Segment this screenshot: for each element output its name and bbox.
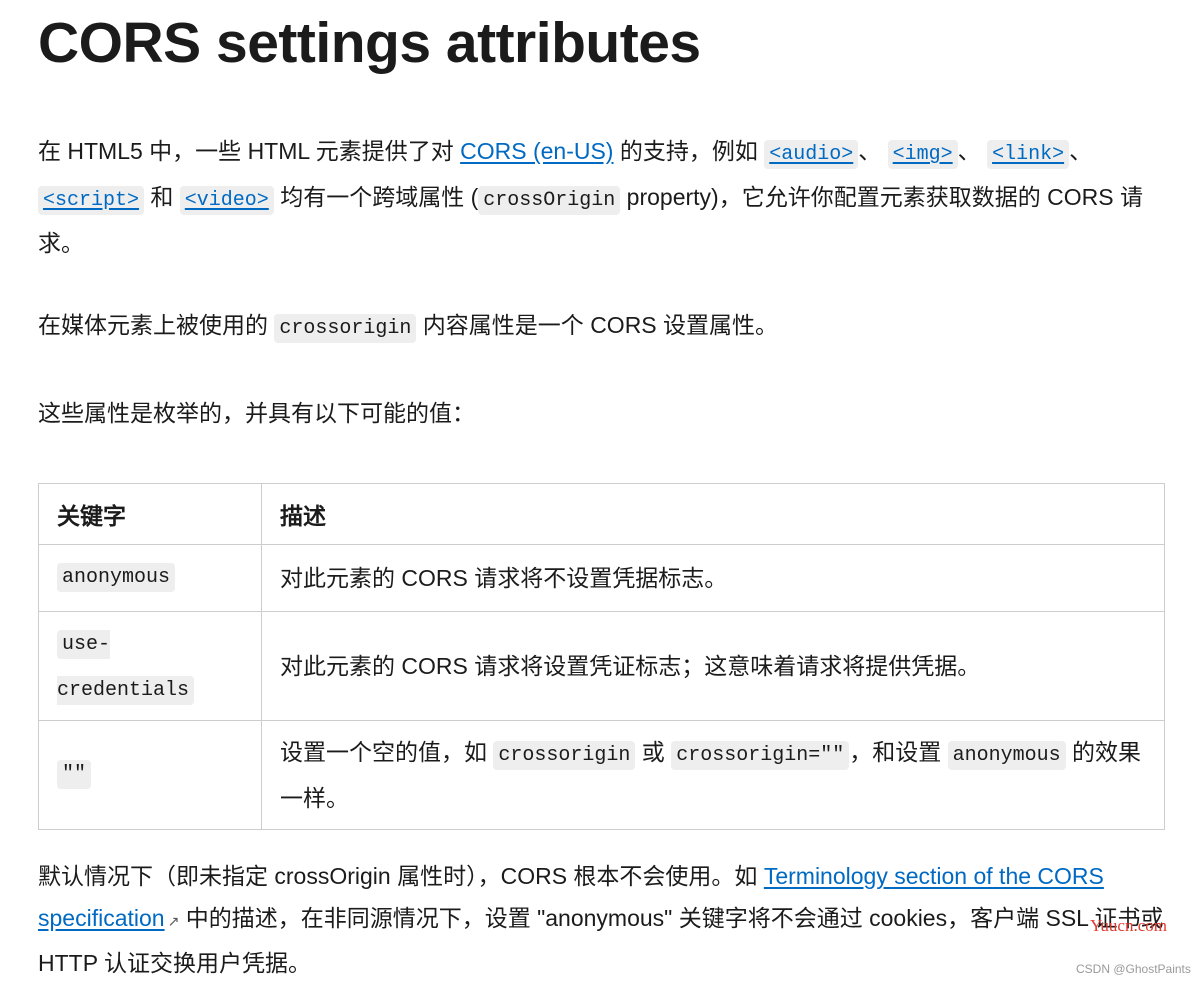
page-title: CORS settings attributes <box>38 11 701 75</box>
enum-paragraph: 这些属性是枚举的，并具有以下可能的值： <box>38 400 475 426</box>
intro-paragraph: 在 HTML5 中，一些 HTML 元素提供了对 CORS (en-US) 的支… <box>38 138 1143 256</box>
keyword-cell: use-credentials <box>38 611 262 721</box>
script-element-link[interactable]: <script> <box>38 184 145 215</box>
keyword-cell: "" <box>38 720 262 830</box>
description-cell: 设置一个空的值，如 crossorigin 或 crossorigin="" ，和… <box>261 720 1165 830</box>
code-crossorigin: crossorigin <box>274 314 417 343</box>
audio-element-link[interactable]: <audio> <box>764 138 859 169</box>
table-row: use-credentials 对此元素的 CORS 请求将设置凭证标志；这意味… <box>38 611 1165 721</box>
description-cell: 对此元素的 CORS 请求将设置凭证标志；这意味着请求将提供凭据。 <box>261 611 1165 721</box>
header-description: 描述 <box>261 483 1165 545</box>
media-paragraph: 在媒体元素上被使用的 crossorigin 内容属性是一个 CORS 设置属性… <box>38 304 778 350</box>
watermark-credit: CSDN @GhostPaints <box>1076 962 1191 976</box>
table-header-row: 关键字 描述 <box>38 483 1165 545</box>
link-element-link[interactable]: <link> <box>987 138 1070 169</box>
table-row: anonymous 对此元素的 CORS 请求将不设置凭据标志。 <box>38 544 1165 612</box>
default-paragraph: 默认情况下（即未指定 crossOrigin 属性时），CORS 根本不会使用。… <box>38 863 1164 976</box>
cors-link[interactable]: CORS (en-US) <box>460 138 613 164</box>
external-link-icon: ↗ <box>167 913 180 929</box>
img-element-link[interactable]: <img> <box>887 138 958 169</box>
watermark-site: Yuucn.com <box>1090 916 1167 935</box>
values-table: 关键字 描述 anonymous 对此元素的 CORS 请求将不设置凭据标志。 … <box>38 483 1165 830</box>
header-keyword: 关键字 <box>38 483 262 545</box>
code-crossorigin-property: crossOrigin <box>478 186 621 215</box>
keyword-cell: anonymous <box>38 544 262 612</box>
description-cell: 对此元素的 CORS 请求将不设置凭据标志。 <box>261 544 1165 612</box>
video-element-link[interactable]: <video> <box>179 184 274 215</box>
table-row: "" 设置一个空的值，如 crossorigin 或 crossorigin="… <box>38 720 1165 830</box>
